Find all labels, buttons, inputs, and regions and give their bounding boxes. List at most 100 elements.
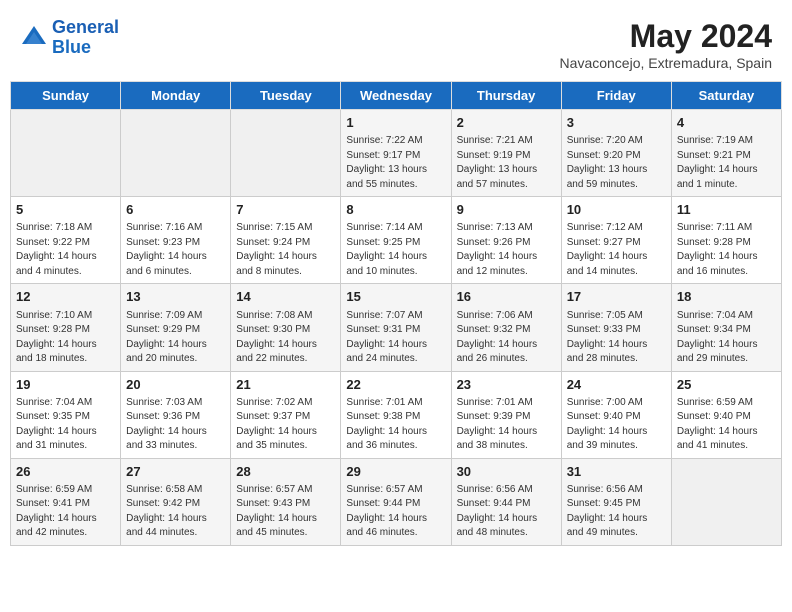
calendar-cell: 9 Sunrise: 7:13 AM Sunset: 9:26 PM Daylig… [451, 197, 561, 284]
day-number: 6 [126, 201, 225, 219]
day-info: Sunrise: 6:56 AM Sunset: 9:45 PM Dayligh… [567, 483, 666, 541]
day-number: 13 [126, 288, 225, 306]
day-info: Sunrise: 7:20 AM Sunset: 9:20 PM Dayligh… [567, 134, 666, 192]
day-number: 15 [346, 288, 445, 306]
day-number: 1 [346, 114, 445, 132]
calendar-cell: 8 Sunrise: 7:14 AM Sunset: 9:25 PM Daylig… [341, 197, 451, 284]
day-number: 31 [567, 463, 666, 481]
calendar-body: 1 Sunrise: 7:22 AM Sunset: 9:17 PM Daylig… [11, 110, 782, 546]
day-info: Sunrise: 7:19 AM Sunset: 9:21 PM Dayligh… [677, 134, 776, 192]
day-info: Sunrise: 7:12 AM Sunset: 9:27 PM Dayligh… [567, 221, 666, 279]
calendar-cell: 28Sunrise: 6:57 AM Sunset: 9:43 PM Dayli… [231, 458, 341, 545]
day-number: 23 [457, 376, 556, 394]
day-info: Sunrise: 7:00 AM Sunset: 9:40 PM Dayligh… [567, 396, 666, 454]
weekday-header-row: SundayMondayTuesdayWednesdayThursdayFrid… [11, 82, 782, 110]
day-number: 29 [346, 463, 445, 481]
day-number: 30 [457, 463, 556, 481]
day-number: 21 [236, 376, 335, 394]
day-number: 19 [16, 376, 115, 394]
logo-icon [20, 24, 48, 52]
day-number: 20 [126, 376, 225, 394]
day-number: 16 [457, 288, 556, 306]
title-block: May 2024 Navaconcejo, Extremadura, Spain [560, 18, 772, 71]
calendar-cell: 15Sunrise: 7:07 AM Sunset: 9:31 PM Dayli… [341, 284, 451, 371]
day-info: Sunrise: 7:04 AM Sunset: 9:35 PM Dayligh… [16, 396, 115, 454]
day-info: Sunrise: 7:22 AM Sunset: 9:17 PM Dayligh… [346, 134, 445, 192]
calendar-cell: 19 Sunrise: 7:04 AM Sunset: 9:35 PM Dayli… [11, 371, 121, 458]
day-number: 4 [677, 114, 776, 132]
calendar-cell: 30 Sunrise: 6:56 AM Sunset: 9:44 PM Dayli… [451, 458, 561, 545]
day-info: Sunrise: 7:01 AM Sunset: 9:39 PM Dayligh… [457, 396, 556, 454]
day-number: 22 [346, 376, 445, 394]
weekday-header-sunday: Sunday [11, 82, 121, 110]
calendar-week-3: 12Sunrise: 7:10 AM Sunset: 9:28 PM Dayli… [11, 284, 782, 371]
calendar-cell: 21Sunrise: 7:02 AM Sunset: 9:37 PM Dayli… [231, 371, 341, 458]
weekday-header-monday: Monday [121, 82, 231, 110]
day-number: 9 [457, 201, 556, 219]
day-number: 24 [567, 376, 666, 394]
location: Navaconcejo, Extremadura, Spain [560, 55, 772, 71]
day-info: Sunrise: 7:11 AM Sunset: 9:28 PM Dayligh… [677, 221, 776, 279]
day-number: 26 [16, 463, 115, 481]
calendar-cell: 7 Sunrise: 7:15 AM Sunset: 9:24 PM Daylig… [231, 197, 341, 284]
calendar-cell: 18 Sunrise: 7:04 AM Sunset: 9:34 PM Dayli… [671, 284, 781, 371]
day-info: Sunrise: 7:09 AM Sunset: 9:29 PM Dayligh… [126, 309, 225, 367]
weekday-header-thursday: Thursday [451, 82, 561, 110]
day-number: 18 [677, 288, 776, 306]
calendar-cell [121, 110, 231, 197]
calendar-cell: 12Sunrise: 7:10 AM Sunset: 9:28 PM Dayli… [11, 284, 121, 371]
calendar-cell: 27 Sunrise: 6:58 AM Sunset: 9:42 PM Dayli… [121, 458, 231, 545]
day-number: 14 [236, 288, 335, 306]
calendar-cell: 3 Sunrise: 7:20 AM Sunset: 9:20 PM Daylig… [561, 110, 671, 197]
day-number: 8 [346, 201, 445, 219]
calendar-cell: 31 Sunrise: 6:56 AM Sunset: 9:45 PM Dayli… [561, 458, 671, 545]
logo-line1: General [52, 17, 119, 37]
calendar-cell: 25 Sunrise: 6:59 AM Sunset: 9:40 PM Dayli… [671, 371, 781, 458]
day-info: Sunrise: 7:14 AM Sunset: 9:25 PM Dayligh… [346, 221, 445, 279]
calendar-cell: 1 Sunrise: 7:22 AM Sunset: 9:17 PM Daylig… [341, 110, 451, 197]
logo: General Blue [20, 18, 119, 58]
month-year: May 2024 [560, 18, 772, 55]
day-info: Sunrise: 7:05 AM Sunset: 9:33 PM Dayligh… [567, 309, 666, 367]
day-number: 2 [457, 114, 556, 132]
calendar-cell: 5 Sunrise: 7:18 AM Sunset: 9:22 PM Daylig… [11, 197, 121, 284]
calendar-cell: 4 Sunrise: 7:19 AM Sunset: 9:21 PM Daylig… [671, 110, 781, 197]
day-info: Sunrise: 6:58 AM Sunset: 9:42 PM Dayligh… [126, 483, 225, 541]
calendar-cell: 17 Sunrise: 7:05 AM Sunset: 9:33 PM Dayli… [561, 284, 671, 371]
page-header: General Blue May 2024 Navaconcejo, Extre… [10, 10, 782, 75]
day-number: 7 [236, 201, 335, 219]
day-info: Sunrise: 7:10 AM Sunset: 9:28 PM Dayligh… [16, 309, 115, 367]
day-number: 17 [567, 288, 666, 306]
calendar-cell: 2 Sunrise: 7:21 AM Sunset: 9:19 PM Daylig… [451, 110, 561, 197]
calendar-cell: 11Sunrise: 7:11 AM Sunset: 9:28 PM Dayli… [671, 197, 781, 284]
weekday-header-wednesday: Wednesday [341, 82, 451, 110]
day-number: 28 [236, 463, 335, 481]
day-info: Sunrise: 6:59 AM Sunset: 9:41 PM Dayligh… [16, 483, 115, 541]
day-info: Sunrise: 7:04 AM Sunset: 9:34 PM Dayligh… [677, 309, 776, 367]
day-info: Sunrise: 7:18 AM Sunset: 9:22 PM Dayligh… [16, 221, 115, 279]
day-info: Sunrise: 6:57 AM Sunset: 9:44 PM Dayligh… [346, 483, 445, 541]
calendar-cell: 6 Sunrise: 7:16 AM Sunset: 9:23 PM Daylig… [121, 197, 231, 284]
calendar-week-4: 19 Sunrise: 7:04 AM Sunset: 9:35 PM Dayli… [11, 371, 782, 458]
day-number: 3 [567, 114, 666, 132]
logo-text: General Blue [52, 18, 119, 58]
day-number: 5 [16, 201, 115, 219]
calendar-cell: 26 Sunrise: 6:59 AM Sunset: 9:41 PM Dayli… [11, 458, 121, 545]
day-info: Sunrise: 7:01 AM Sunset: 9:38 PM Dayligh… [346, 396, 445, 454]
calendar-week-2: 5 Sunrise: 7:18 AM Sunset: 9:22 PM Daylig… [11, 197, 782, 284]
day-number: 25 [677, 376, 776, 394]
calendar-cell: 22 Sunrise: 7:01 AM Sunset: 9:38 PM Dayli… [341, 371, 451, 458]
calendar-cell: 29 Sunrise: 6:57 AM Sunset: 9:44 PM Dayli… [341, 458, 451, 545]
calendar-header: SundayMondayTuesdayWednesdayThursdayFrid… [11, 82, 782, 110]
day-info: Sunrise: 7:13 AM Sunset: 9:26 PM Dayligh… [457, 221, 556, 279]
calendar-cell [11, 110, 121, 197]
calendar-cell: 23 Sunrise: 7:01 AM Sunset: 9:39 PM Dayli… [451, 371, 561, 458]
weekday-header-tuesday: Tuesday [231, 82, 341, 110]
day-info: Sunrise: 7:21 AM Sunset: 9:19 PM Dayligh… [457, 134, 556, 192]
day-info: Sunrise: 7:15 AM Sunset: 9:24 PM Dayligh… [236, 221, 335, 279]
day-info: Sunrise: 6:59 AM Sunset: 9:40 PM Dayligh… [677, 396, 776, 454]
calendar-week-5: 26 Sunrise: 6:59 AM Sunset: 9:41 PM Dayli… [11, 458, 782, 545]
day-info: Sunrise: 7:16 AM Sunset: 9:23 PM Dayligh… [126, 221, 225, 279]
day-info: Sunrise: 6:56 AM Sunset: 9:44 PM Dayligh… [457, 483, 556, 541]
day-number: 27 [126, 463, 225, 481]
